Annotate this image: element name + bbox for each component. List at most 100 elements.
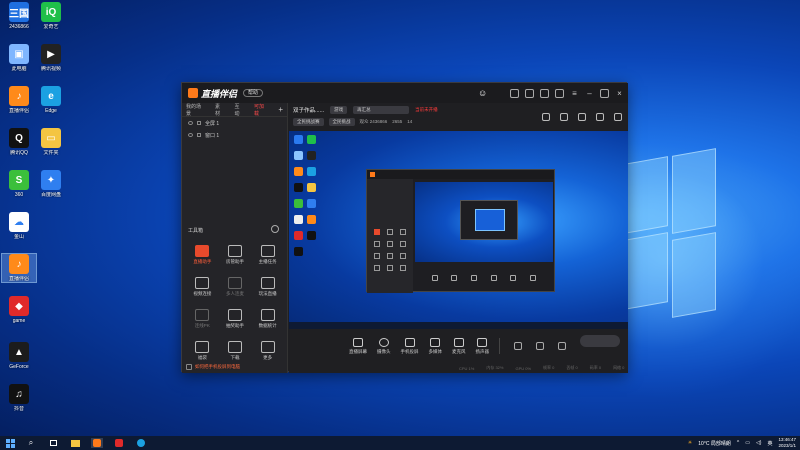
maximize-icon[interactable]	[600, 88, 609, 98]
desk-icon-baidu[interactable]: ✦ 百度网盘	[34, 170, 68, 198]
bell-icon[interactable]	[596, 113, 604, 121]
desk-icon-game[interactable]: ◆ game	[2, 296, 36, 324]
tool-item[interactable]: 直播助手	[186, 245, 219, 265]
add-scene-icon[interactable]: +	[278, 105, 283, 114]
desk-icon-computer[interactable]: ▣ 此电脑	[2, 44, 36, 72]
speaker-button[interactable]: 扬声器	[475, 337, 490, 355]
start-live-button[interactable]	[580, 335, 620, 347]
menu-icon[interactable]: ≡	[570, 89, 579, 98]
toolbar-label: 扬声器	[475, 348, 490, 354]
tab-0[interactable]: 我的场景	[186, 103, 205, 117]
desktop-icon-label: game	[12, 318, 26, 324]
desk-icon-baidu-icon: ✦	[41, 170, 61, 190]
share-icon[interactable]	[614, 113, 622, 121]
preview-taskbar	[289, 322, 628, 329]
desk-icon-app1[interactable]: 三国 2436866	[2, 2, 36, 30]
visibility-icon[interactable]	[188, 121, 193, 125]
room-tools	[542, 113, 622, 121]
live-companion-window: 直播伴侣 帮助 ☺ ≡ – × 我的场景 素材 互动 可加载 + 全屏 1 窗口 1 工	[181, 82, 628, 373]
tool-icon	[260, 309, 275, 321]
screen-capture-button[interactable]: 直播屏幕	[349, 337, 367, 355]
weather-text[interactable]: 10°C 局部晴朗	[698, 440, 731, 447]
record-icon[interactable]	[578, 113, 586, 121]
tool-item[interactable]: 连线PK	[186, 309, 219, 329]
search-icon[interactable]: ⌕	[25, 438, 37, 448]
live-preview[interactable]	[289, 131, 628, 329]
tag-pill[interactable]: 全民挑战赛	[293, 117, 324, 126]
layout-icon[interactable]	[542, 113, 550, 121]
notification-icon[interactable]	[510, 88, 519, 98]
desk-icon-computer-icon: ▣	[9, 44, 29, 64]
room-title[interactable]: 双子作品......	[293, 106, 324, 114]
task-view-icon[interactable]	[47, 438, 59, 448]
tool-item[interactable]: 主播任务	[251, 245, 284, 265]
clock[interactable]: 13:46:47 2023/1/1	[778, 437, 796, 449]
start-icon[interactable]	[6, 438, 15, 448]
weather-icon[interactable]: ☀	[688, 440, 692, 446]
tool-item[interactable]: 福袋	[186, 341, 219, 361]
desk-icon-nvidia[interactable]: ▲ GeForce	[2, 342, 36, 370]
message-icon[interactable]	[540, 88, 549, 98]
desk-icon-folder[interactable]: ▭ 文件夹	[34, 128, 68, 156]
sidebar: 我的场景 素材 互动 可加载 + 全屏 1 窗口 1 工具箱 直播助手 房管助手 主播任务视…	[182, 103, 288, 373]
help-button[interactable]: 帮助	[243, 89, 264, 97]
desk-icon-iqiyi[interactable]: iQ 爱奇艺	[34, 2, 68, 30]
tool-item[interactable]: 玩法直播	[251, 277, 284, 297]
category-select[interactable]: 游戏	[330, 105, 348, 114]
live-companion-taskbar-icon[interactable]	[91, 438, 103, 448]
desk-icon-360[interactable]: S 360	[2, 170, 36, 198]
tag-pill[interactable]: 全民挑战	[328, 117, 355, 126]
volume-icon[interactable]: ◁)	[756, 440, 762, 446]
system-tray: ☀ 10°C 局部晴朗 ^ ▭ ◁) 英 13:46:47 2023/1/1	[688, 437, 796, 449]
network-icon[interactable]: ▭	[745, 440, 750, 446]
tool-item[interactable]: 视频连接	[186, 277, 219, 297]
beauty-icon[interactable]	[536, 342, 544, 350]
sidebar-tabs: 我的场景 素材 互动 可加载 +	[182, 103, 287, 117]
tool-item[interactable]: 下载	[219, 341, 252, 361]
footer-label: 如何把手机投屏到电脑	[195, 364, 240, 369]
lock-icon[interactable]	[197, 133, 201, 137]
user-avatar-icon[interactable]: ☺	[478, 88, 490, 98]
language-indicator[interactable]: 英	[767, 440, 772, 447]
tray-chevron-icon[interactable]: ^	[737, 440, 739, 446]
desk-icon-cloud[interactable]: ☁ 金山	[2, 212, 36, 240]
desk-icon-qq-icon: Q	[9, 128, 29, 148]
scene-item[interactable]: 窗口 1	[182, 129, 287, 141]
lock-icon[interactable]	[560, 113, 568, 121]
tool-item[interactable]: 数据统计	[251, 309, 284, 329]
media-button[interactable]: 多媒体	[429, 337, 442, 355]
title-input[interactable]: 再汇总	[353, 105, 410, 114]
skin-icon[interactable]	[525, 88, 534, 98]
desk-icon-edge[interactable]: e Edge	[34, 86, 68, 114]
close-icon[interactable]: ×	[615, 89, 624, 98]
gear-icon[interactable]	[558, 342, 566, 350]
tab-2[interactable]: 互动	[235, 103, 245, 117]
app-taskbar-icon[interactable]	[113, 438, 125, 448]
tool-item[interactable]: 房管助手	[219, 245, 252, 265]
camera-settings-icon[interactable]	[514, 342, 522, 350]
tab-3[interactable]: 可加载	[254, 103, 268, 117]
tool-item[interactable]: 抽奖助手	[219, 309, 252, 329]
lock-icon[interactable]	[197, 121, 201, 125]
visibility-icon[interactable]	[188, 133, 193, 137]
camera-button[interactable]: 摄像头	[377, 337, 391, 355]
desk-icon-live2[interactable]: ♪ 直播伴侣	[1, 253, 37, 283]
desk-icon-live[interactable]: ♪ 直播伴侣	[2, 86, 36, 114]
minimize-icon[interactable]: –	[585, 89, 594, 98]
tool-label: 玩法直播	[258, 291, 277, 296]
desk-icon-video[interactable]: ▶ 腾讯视频	[34, 44, 68, 72]
phone-cast-help-link[interactable]: 如何把手机投屏到电脑	[186, 364, 240, 370]
edge-taskbar-icon[interactable]	[135, 438, 147, 448]
scene-item[interactable]: 全屏 1	[182, 117, 287, 129]
file-explorer-icon[interactable]	[69, 438, 81, 448]
desk-icon-douyin[interactable]: ♫ 抖音	[2, 384, 36, 412]
settings-icon[interactable]	[555, 88, 564, 98]
tab-1[interactable]: 素材	[215, 103, 225, 117]
tool-item[interactable]: 更多	[251, 341, 284, 361]
tool-item[interactable]: 多人连麦	[219, 277, 252, 297]
desk-icon-qq[interactable]: Q 腾讯QQ	[2, 128, 36, 156]
toolbox-toggle-icon[interactable]	[271, 225, 279, 233]
phone-cast-button[interactable]: 手机投屏	[401, 337, 419, 355]
microphone-button[interactable]: 麦克风	[452, 337, 466, 355]
status-bar: CPU 1% 内存 32% GPU 0% 帧率 0 丢帧 0 码率 0 网络 0	[289, 363, 628, 373]
